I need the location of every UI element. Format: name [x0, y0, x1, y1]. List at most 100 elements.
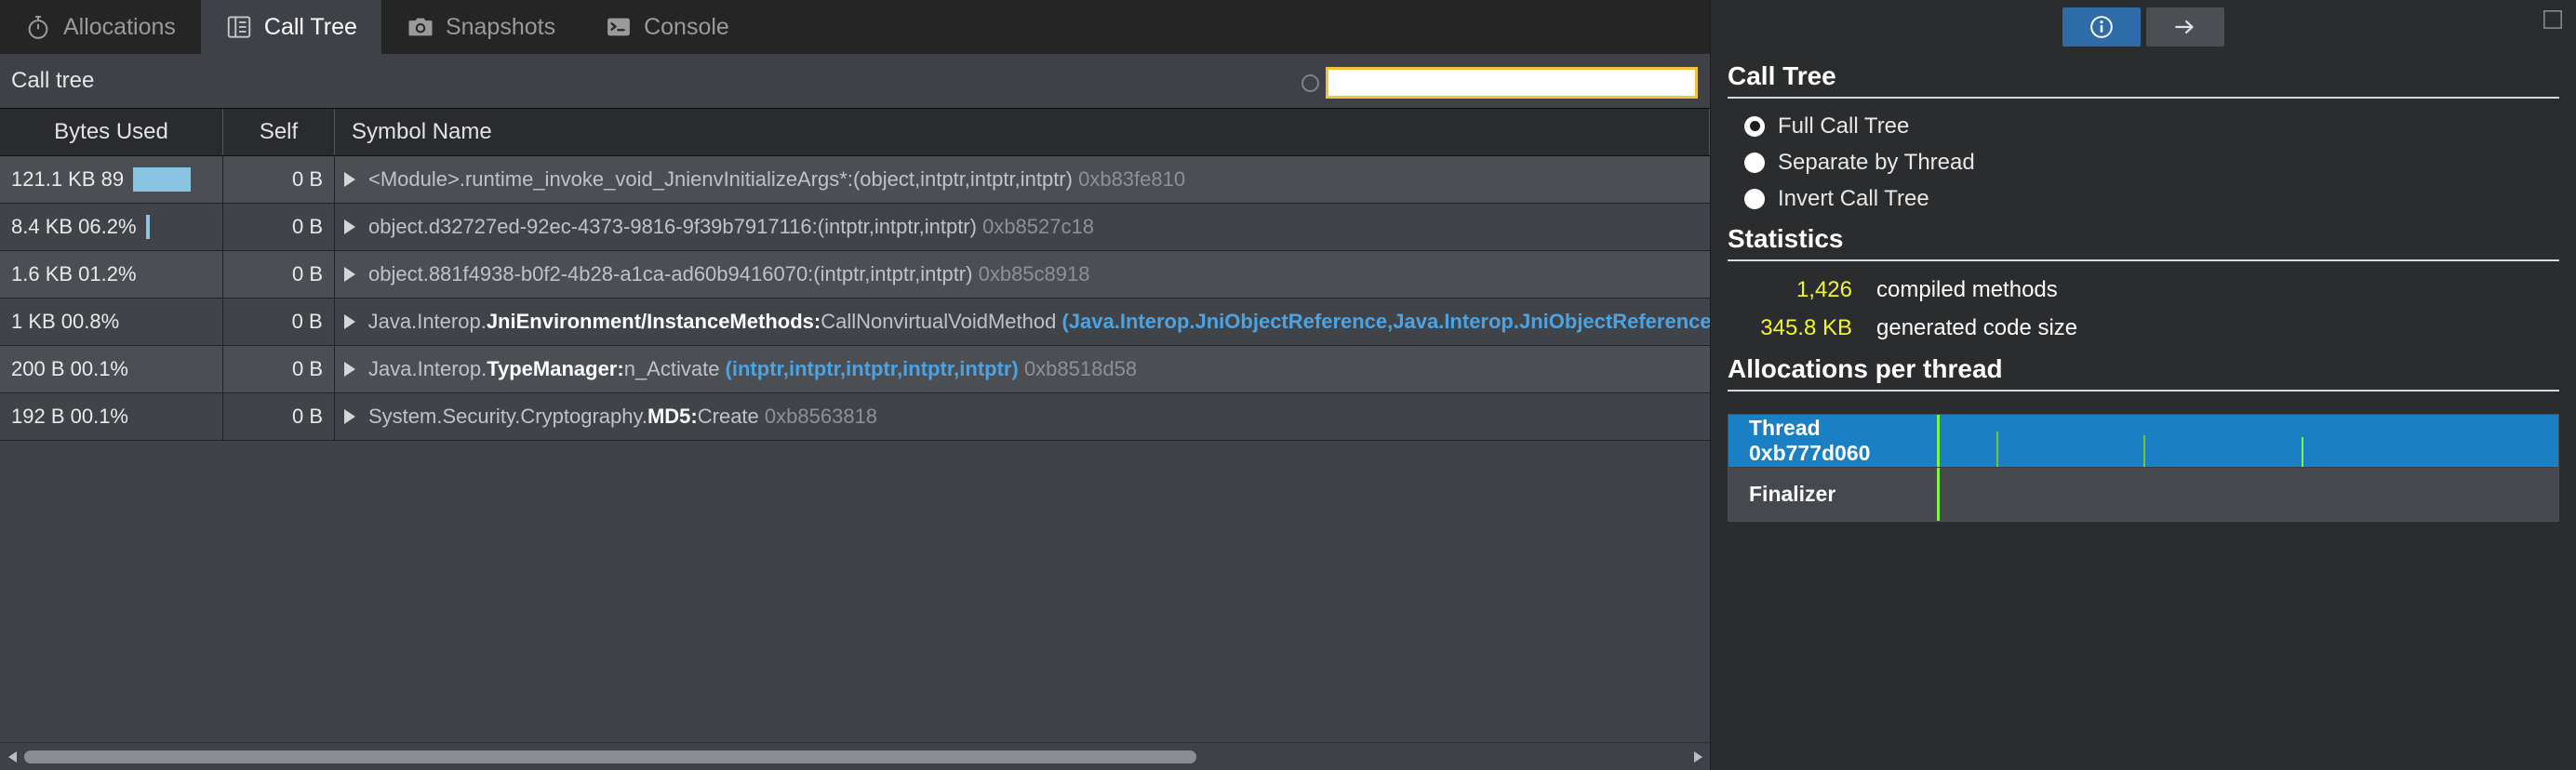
toolbar-title: Call tree	[11, 68, 95, 93]
search-area	[1301, 67, 1698, 99]
call-tree-section-title: Call Tree	[1728, 61, 1836, 90]
allocation-marker	[2143, 435, 2145, 467]
section-divider	[1728, 97, 2559, 99]
table-body: 121.1 KB 89 0 B <Module>.runtime_invoke_…	[0, 156, 1710, 441]
radio-label: Full Call Tree	[1778, 113, 1910, 139]
allocation-marker	[1937, 415, 1940, 467]
radio-invert-call-tree[interactable]: Invert Call Tree	[1728, 180, 2559, 217]
expand-triangle-icon[interactable]	[344, 219, 355, 234]
expand-triangle-icon[interactable]	[344, 409, 355, 424]
tab-allocations[interactable]: Allocations	[0, 0, 201, 54]
call-tree-toolbar: Call tree	[0, 54, 1710, 108]
profiler-window: Allocations Call Tree Snapshots Console …	[0, 0, 2576, 770]
cell-symbol-name: System.Security.Cryptography.MD5:Create …	[335, 393, 1710, 440]
cell-self: 0 B	[223, 346, 335, 392]
radio-separate-by-thread[interactable]: Separate by Thread	[1728, 144, 2559, 180]
scroll-right-arrow-icon[interactable]	[1686, 743, 1710, 770]
table-row[interactable]: 200 B 00.1% 0 B Java.Interop.TypeManager…	[0, 346, 1710, 393]
scrollbar-track[interactable]	[24, 743, 1686, 770]
table-row[interactable]: 1 KB 00.8% 0 B Java.Interop.JniEnvironme…	[0, 299, 1710, 346]
self-value: 0 B	[291, 262, 323, 285]
cell-symbol-name: Java.Interop.TypeManager:n_Activate (int…	[335, 346, 1710, 392]
cell-self: 0 B	[223, 156, 335, 203]
details-pane: Call Tree Full Call Tree Separate by Thr…	[1710, 0, 2576, 770]
section-divider	[1728, 259, 2559, 261]
stopwatch-icon	[24, 13, 52, 41]
cell-self: 0 B	[223, 299, 335, 345]
cell-self: 0 B	[223, 204, 335, 250]
search-icon	[1301, 73, 1319, 92]
bytes-used-value: 1.6 KB 01.2%	[11, 262, 137, 285]
statistic-label: compiled methods	[1876, 276, 2058, 302]
horizontal-scrollbar[interactable]	[0, 742, 1710, 770]
statistic-value: 345.8 KB	[1760, 314, 1852, 340]
allocation-marker	[1996, 431, 1998, 467]
bytes-used-bar	[133, 167, 192, 192]
scrollbar-thumb[interactable]	[24, 750, 1196, 763]
camera-icon	[407, 13, 434, 41]
column-header-bytes-used[interactable]: Bytes Used	[0, 109, 223, 155]
tab-snapshots[interactable]: Snapshots	[382, 0, 581, 54]
radio-icon	[1744, 152, 1765, 173]
table-row[interactable]: 192 B 00.1% 0 B System.Security.Cryptogr…	[0, 393, 1710, 441]
table-header: Bytes Used Self Symbol Name	[0, 108, 1710, 156]
bytes-used-value: 192 B 00.1%	[11, 405, 128, 428]
cell-symbol-name: object.d32727ed-92ec-4373-9816-9f39b7917…	[335, 204, 1710, 250]
tab-label: Console	[644, 13, 729, 40]
symbol-name-text: System.Security.Cryptography.MD5:Create …	[368, 405, 878, 428]
column-header-self[interactable]: Self	[223, 109, 335, 155]
search-input[interactable]	[1326, 67, 1698, 99]
tab-bar: Allocations Call Tree Snapshots Console	[0, 0, 1710, 54]
section-divider	[1728, 390, 2559, 392]
scroll-left-arrow-icon[interactable]	[0, 743, 24, 770]
expand-triangle-icon[interactable]	[344, 362, 355, 377]
symbol-name-text: Java.Interop.TypeManager:n_Activate (int…	[368, 357, 1138, 380]
self-value: 0 B	[291, 167, 323, 191]
symbol-name-text: Java.Interop.JniEnvironment/InstanceMeth…	[367, 310, 1710, 333]
table-row[interactable]: 1.6 KB 01.2% 0 B object.881f4938-b0f2-4b…	[0, 251, 1710, 299]
expand-triangle-icon[interactable]	[343, 314, 355, 329]
expand-triangle-icon[interactable]	[344, 267, 355, 282]
radio-icon	[1744, 188, 1765, 209]
thread-row[interactable]: Thread 0xb777d060	[1728, 415, 2558, 468]
thread-name: Thread 0xb777d060	[1728, 415, 1931, 467]
bytes-used-value: 121.1 KB 89	[11, 167, 125, 191]
table-row[interactable]: 121.1 KB 89 0 B <Module>.runtime_invoke_…	[0, 156, 1710, 204]
column-header-symbol-name[interactable]: Symbol Name	[335, 109, 1710, 155]
thread-row[interactable]: Finalizer	[1728, 468, 2558, 521]
symbol-name-text: <Module>.runtime_invoke_void_JnienvIniti…	[368, 167, 1186, 191]
statistic-value: 1,426	[1795, 276, 1852, 302]
tree-list-icon	[225, 13, 253, 41]
details-toolbar	[1711, 0, 2576, 54]
self-value: 0 B	[291, 357, 323, 380]
tab-label: Snapshots	[445, 13, 556, 40]
details-body: Call Tree Full Call Tree Separate by Thr…	[1711, 54, 2576, 401]
tab-call-tree[interactable]: Call Tree	[200, 0, 382, 54]
allocations-section-title: Allocations per thread	[1728, 354, 2003, 383]
tab-console[interactable]: Console	[581, 0, 754, 54]
tab-label: Call Tree	[263, 13, 357, 40]
window-close-button[interactable]	[2543, 9, 2563, 30]
cell-bytes-used: 200 B 00.1%	[0, 346, 223, 392]
cell-symbol-name: object.881f4938-b0f2-4b28-a1ca-ad60b9416…	[335, 251, 1710, 298]
statistic-row: 1,426 compiled methods	[1728, 271, 2559, 309]
bytes-used-value: 200 B 00.1%	[11, 357, 128, 380]
info-button[interactable]	[2062, 7, 2141, 46]
radio-label: Invert Call Tree	[1778, 185, 1929, 211]
cell-self: 0 B	[223, 251, 335, 298]
bytes-used-value: 1 KB 00.8%	[11, 310, 120, 333]
statistic-row: 345.8 KB generated code size	[1728, 309, 2559, 347]
thread-activity-track	[1931, 468, 2558, 521]
self-value: 0 B	[291, 215, 323, 238]
table-row[interactable]: 8.4 KB 06.2% 0 B object.d32727ed-92ec-43…	[0, 204, 1710, 251]
info-icon	[2089, 15, 2114, 39]
cell-bytes-used: 192 B 00.1%	[0, 393, 223, 440]
cell-bytes-used: 121.1 KB 89	[0, 156, 223, 203]
radio-full-call-tree[interactable]: Full Call Tree	[1728, 108, 2559, 144]
symbol-name-text: object.d32727ed-92ec-4373-9816-9f39b7917…	[368, 215, 1094, 238]
cell-bytes-used: 1.6 KB 01.2%	[0, 251, 223, 298]
arrow-button[interactable]	[2146, 7, 2224, 46]
tab-label: Allocations	[63, 13, 176, 40]
expand-triangle-icon[interactable]	[344, 172, 355, 187]
call-tree-table: Bytes Used Self Symbol Name 121.1 KB 89 …	[0, 108, 1710, 770]
